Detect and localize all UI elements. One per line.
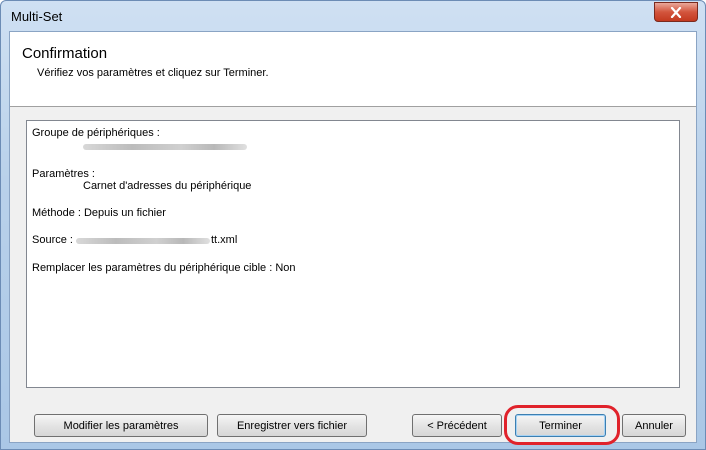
params-value: Carnet d'adresses du périphérique bbox=[83, 180, 252, 192]
wizard-header: Confirmation Vérifiez vos paramètres et … bbox=[10, 32, 696, 107]
summary-box[interactable]: Groupe de périphériques : Paramètres : C… bbox=[26, 120, 680, 388]
page-title: Confirmation bbox=[22, 45, 108, 62]
group-label: Groupe de périphériques : bbox=[32, 127, 160, 139]
source-path-redacted bbox=[76, 238, 210, 244]
source-label: Source : bbox=[32, 234, 73, 246]
dialog-window: Multi-Set Confirmation Vérifiez vos para… bbox=[0, 0, 706, 450]
highlight-annotation bbox=[504, 405, 620, 445]
page-subtitle: Vérifiez vos paramètres et cliquez sur T… bbox=[37, 67, 269, 79]
dialog-client-area: Confirmation Vérifiez vos paramètres et … bbox=[9, 31, 697, 445]
close-button[interactable] bbox=[654, 2, 698, 22]
previous-button[interactable]: < Précédent bbox=[412, 414, 502, 437]
replace-line: Remplacer les paramètres du périphérique… bbox=[32, 262, 296, 274]
params-label: Paramètres : bbox=[32, 168, 95, 180]
cancel-button[interactable]: Annuler bbox=[622, 414, 686, 437]
window-title: Multi-Set bbox=[11, 9, 63, 24]
title-bar[interactable]: Multi-Set bbox=[1, 1, 705, 31]
group-value-redacted bbox=[83, 144, 247, 150]
save-to-file-button[interactable]: Enregistrer vers fichier bbox=[217, 414, 367, 437]
source-suffix: tt.xml bbox=[211, 234, 238, 246]
modify-settings-button[interactable]: Modifier les paramètres bbox=[34, 414, 208, 437]
method-line: Méthode : Depuis un fichier bbox=[32, 207, 166, 219]
close-icon bbox=[670, 6, 682, 18]
